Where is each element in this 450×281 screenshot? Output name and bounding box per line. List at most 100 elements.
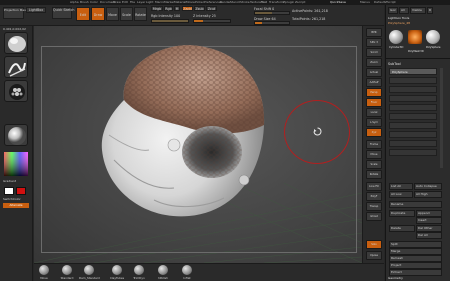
goz-button[interactable]: Goz [388, 7, 398, 14]
subtool-slot[interactable] [389, 113, 437, 120]
frame-button[interactable]: Frame [366, 140, 382, 149]
scale-view-button[interactable]: Scale [366, 160, 382, 169]
m-button[interactable]: M [174, 6, 180, 11]
bpr-button[interactable]: BPR [366, 28, 382, 37]
move-view-button[interactable]: Move [366, 150, 382, 159]
draw-size-slider[interactable] [254, 21, 290, 25]
ghost-button[interactable]: Ghost [366, 212, 382, 221]
lightbox-button[interactable]: LightBox [26, 7, 46, 13]
tool-thumb-polymesh[interactable] [408, 30, 422, 44]
remesh-button[interactable]: Remesh [389, 255, 442, 262]
mrgb-button[interactable]: Mrgb [151, 6, 163, 11]
spix-button[interactable]: SPix 3 [366, 38, 382, 47]
aahalf-button[interactable]: AAHalf [366, 78, 382, 87]
scroll-button[interactable]: Scroll [366, 48, 382, 57]
color-picker[interactable] [4, 152, 28, 176]
gradient-label[interactable]: Gradient [3, 179, 16, 183]
del-all-button[interactable]: Del All [416, 232, 442, 239]
current-tool-name: PolySphere_48 [388, 21, 411, 25]
tool-thumb-cylinder[interactable] [389, 30, 403, 44]
del-other-button[interactable]: Del Other [416, 225, 442, 232]
geometry-header[interactable]: Geometry [388, 276, 403, 280]
append-button[interactable]: Append [416, 210, 442, 217]
subtool-slot[interactable] [389, 77, 437, 84]
goz-all-button[interactable]: All [399, 7, 409, 14]
duplicate-button[interactable]: Duplicate [389, 210, 415, 217]
zsub-button[interactable]: Zsub [194, 6, 205, 11]
rgb-intensity-label: Rgb Intensity 100 [151, 14, 181, 18]
lsym-button[interactable]: L.Sym [366, 118, 382, 127]
rotate-cursor-icon [313, 127, 322, 136]
subtool-slot[interactable] [389, 95, 437, 102]
trimdyn-brush-icon[interactable] [134, 265, 144, 275]
subtool-slot[interactable] [389, 86, 437, 93]
all-low-button[interactable]: All Low [389, 191, 413, 198]
move-button[interactable]: Move [106, 7, 119, 21]
subtool-slot[interactable] [389, 104, 437, 111]
focal-shift-slider[interactable] [254, 11, 290, 15]
subtool-slot[interactable] [389, 131, 437, 138]
stroke-selector[interactable] [4, 56, 28, 78]
insert-button[interactable]: Insert [416, 217, 442, 224]
alternate-button[interactable]: Alternate [3, 203, 29, 208]
line-fill-button[interactable]: Line Fill [366, 182, 382, 191]
material-selector[interactable] [4, 124, 28, 146]
subtool-slot[interactable] [389, 122, 437, 129]
standard-brush-icon[interactable] [62, 265, 72, 275]
goz-visible-button[interactable]: Visible [410, 7, 426, 14]
total-points-readout: TotalPoints: 261,218 [292, 17, 326, 21]
z-intensity-slider[interactable] [193, 19, 231, 23]
delete-button[interactable]: Delete [389, 225, 415, 232]
switch-color-label[interactable]: SwitchColor [3, 197, 21, 201]
transp-button[interactable]: Transp [366, 202, 382, 211]
inflat-brush-icon[interactable] [182, 265, 192, 275]
rotate-view-button[interactable]: Rotate [366, 170, 382, 179]
zadd-button[interactable]: Zadd [182, 6, 193, 11]
brush-shelf: Move Standard Dam_Standard ClayTubes Tri… [34, 263, 384, 281]
document-canvas[interactable] [34, 26, 362, 263]
primary-color-swatch[interactable] [4, 187, 14, 195]
subtool-scrollbar[interactable] [440, 68, 443, 168]
local-button[interactable]: Local [366, 108, 382, 117]
move-brush-icon[interactable] [39, 265, 49, 275]
zcut-button[interactable]: Zcut [206, 6, 217, 11]
project-button[interactable]: Project [389, 262, 442, 269]
floor-button[interactable]: Floor [366, 98, 382, 107]
extract-button[interactable]: Extract [389, 269, 442, 276]
goz-r-button[interactable]: R [427, 7, 433, 14]
lightbox-tools-label[interactable]: Lightbox Tools [388, 16, 409, 20]
xpose-button[interactable]: Xpose [366, 251, 382, 260]
auto-collapse-button[interactable]: Auto Collapse [414, 183, 442, 190]
claytubes-brush-icon[interactable] [112, 265, 122, 275]
split-button[interactable]: Split [389, 241, 442, 248]
merge-button[interactable]: Merge [389, 248, 442, 255]
rotate-button[interactable]: Rotate [134, 7, 147, 21]
rgb-intensity-slider[interactable] [151, 19, 189, 23]
hpolish-brush-icon[interactable] [158, 265, 168, 275]
subtool-slot-active[interactable]: PolySphere [389, 68, 437, 75]
persp-button[interactable]: Persp [366, 88, 382, 97]
subtool-slot[interactable] [389, 140, 437, 147]
xyz-button[interactable]: Xyz [366, 128, 382, 137]
subtool-header[interactable]: SubTool [388, 62, 401, 66]
solo-button[interactable]: Solo [366, 240, 382, 249]
secondary-color-swatch[interactable] [16, 187, 26, 195]
list-all-button[interactable]: List All [389, 183, 413, 190]
scale-button[interactable]: Scale [120, 7, 133, 21]
subtool-slot[interactable] [389, 149, 437, 156]
dam-standard-brush-icon[interactable] [84, 265, 94, 275]
brush-label: Move [40, 276, 48, 280]
all-high-button[interactable]: All High [414, 191, 442, 198]
rename-button[interactable]: Rename [389, 201, 442, 208]
quick-sketch-button[interactable]: Quick Sketch [52, 7, 74, 19]
tool-thumb-polysphere[interactable] [426, 30, 440, 44]
actual-button[interactable]: Actual [366, 68, 382, 77]
projection-master-button[interactable]: Projection Master [3, 7, 30, 19]
zoom-button[interactable]: Zoom [366, 58, 382, 67]
rgb-button[interactable]: Rgb [164, 6, 173, 11]
polyf-button[interactable]: PolyF [366, 192, 382, 201]
brush-selector[interactable] [4, 32, 28, 54]
edit-button[interactable]: Edit [76, 7, 90, 21]
alpha-selector[interactable] [4, 80, 28, 102]
draw-button[interactable]: Draw [91, 7, 105, 21]
